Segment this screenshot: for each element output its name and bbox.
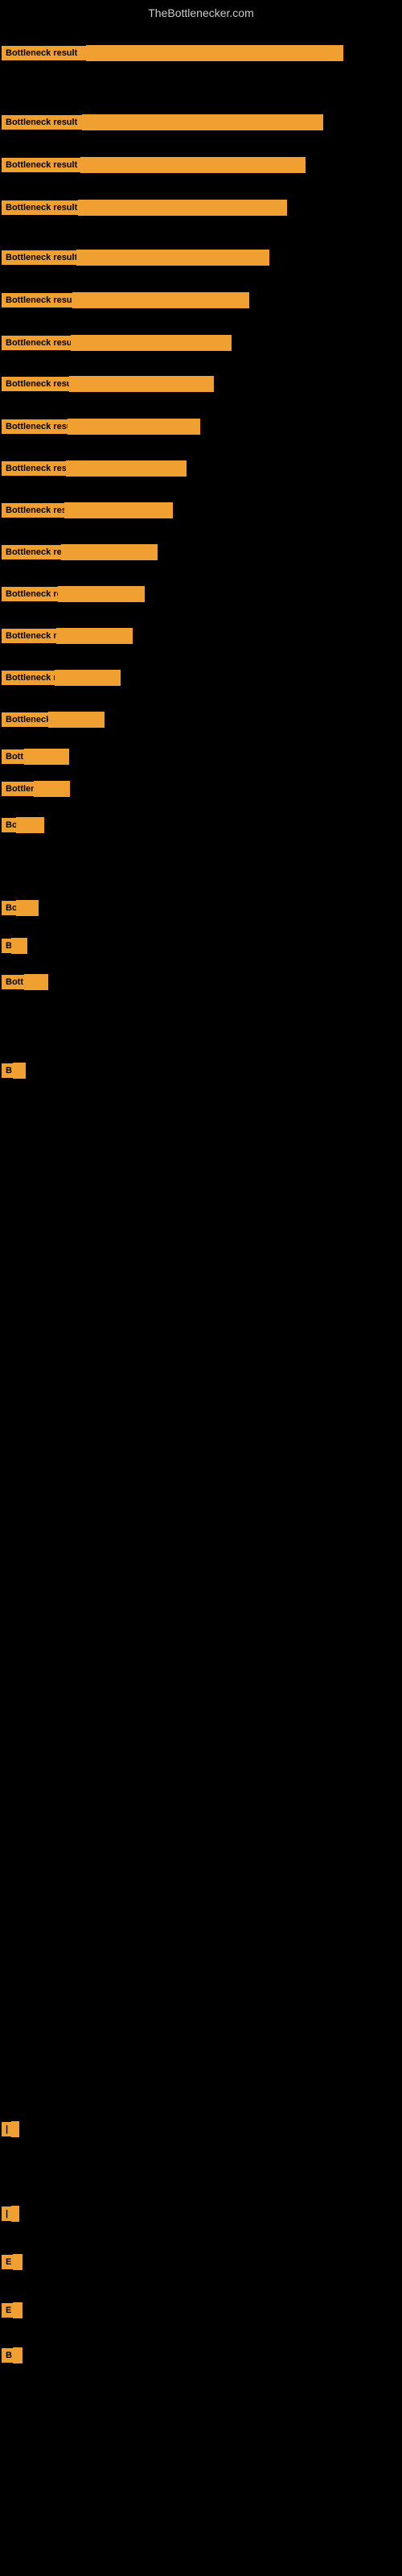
- bottleneck-label-25: |: [2, 2122, 11, 2136]
- bottleneck-row-1: Bottleneck result: [2, 45, 343, 61]
- site-title: TheBottlenecker.com: [0, 0, 402, 26]
- bar-6: [72, 292, 249, 308]
- bottleneck-label-1: Bottleneck result: [2, 46, 86, 60]
- bottleneck-label-4: Bottleneck result: [2, 200, 78, 215]
- bottleneck-row-25: |: [2, 2121, 19, 2137]
- bottleneck-label-18: Bottlen: [2, 782, 34, 796]
- bottleneck-label-26: |: [2, 2207, 11, 2221]
- bottleneck-row-10: Bottleneck resu: [2, 460, 187, 477]
- bottleneck-label-8: Bottleneck resu: [2, 377, 69, 391]
- page-wrapper: TheBottlenecker.com Bottleneck result Bo…: [0, 0, 402, 2576]
- bottleneck-label-2: Bottleneck result: [2, 115, 82, 130]
- bar-25: [11, 2121, 19, 2137]
- bar-15: [55, 670, 121, 686]
- bottleneck-label-14: Bottleneck re: [2, 629, 56, 643]
- bottleneck-label-28: E: [2, 2303, 13, 2318]
- bar-19: [16, 817, 44, 833]
- bottleneck-label-21: Bo: [2, 901, 16, 915]
- bottleneck-label-10: Bottleneck resu: [2, 461, 66, 476]
- bottleneck-row-27: E: [2, 2254, 23, 2270]
- bottleneck-row-18: Bottlen: [2, 781, 70, 797]
- bottleneck-row-28: E: [2, 2302, 23, 2318]
- bar-1: [86, 45, 343, 61]
- bar-5: [76, 250, 269, 266]
- bottleneck-label-9: Bottleneck resu: [2, 419, 68, 434]
- bar-26: [11, 2206, 19, 2222]
- bottleneck-row-14: Bottleneck re: [2, 628, 133, 644]
- bottleneck-row-22: B: [2, 938, 27, 954]
- bar-24: [13, 1063, 26, 1079]
- bottleneck-label-13: Bottleneck re: [2, 587, 58, 601]
- bar-16: [48, 712, 105, 728]
- bottleneck-row-8: Bottleneck resu: [2, 376, 214, 392]
- bottleneck-row-13: Bottleneck re: [2, 586, 145, 602]
- bar-9: [68, 419, 200, 435]
- bottleneck-row-17: Bott: [2, 749, 69, 765]
- bottleneck-label-7: Bottleneck resu: [2, 336, 71, 350]
- bottleneck-row-24: B: [2, 1063, 26, 1079]
- bar-13: [58, 586, 145, 602]
- bar-22: [11, 938, 27, 954]
- bottleneck-row-3: Bottleneck result: [2, 157, 306, 173]
- bar-10: [66, 460, 187, 477]
- bottleneck-row-11: Bottleneck resu: [2, 502, 173, 518]
- bottleneck-row-21: Bo: [2, 900, 39, 916]
- bottleneck-label-24: B: [2, 1063, 13, 1078]
- bottleneck-label-3: Bottleneck result: [2, 158, 80, 172]
- bar-27: [13, 2254, 23, 2270]
- bottleneck-row-19: Bo: [2, 817, 44, 833]
- bottleneck-row-26: |: [2, 2206, 19, 2222]
- bar-14: [56, 628, 133, 644]
- bottleneck-row-16: Bottleneck: [2, 712, 105, 728]
- bar-2: [82, 114, 323, 130]
- bottleneck-label-29: B: [2, 2348, 13, 2363]
- bar-7: [71, 335, 232, 351]
- bar-28: [13, 2302, 23, 2318]
- bottleneck-row-9: Bottleneck resu: [2, 419, 200, 435]
- bottleneck-label-17: Bott: [2, 749, 24, 764]
- bar-12: [61, 544, 158, 560]
- bottleneck-label-12: Bottleneck res: [2, 545, 61, 559]
- bottleneck-row-7: Bottleneck resu: [2, 335, 232, 351]
- bottleneck-label-19: Bo: [2, 818, 16, 832]
- bottleneck-label-27: E: [2, 2255, 13, 2269]
- bottleneck-row-4: Bottleneck result: [2, 200, 287, 216]
- bar-21: [16, 900, 39, 916]
- bottleneck-row-12: Bottleneck res: [2, 544, 158, 560]
- bar-23: [24, 974, 48, 990]
- bottleneck-label-22: B: [2, 939, 11, 953]
- bottleneck-row-6: Bottleneck resu: [2, 292, 249, 308]
- bottleneck-label-23: Bott: [2, 975, 24, 989]
- bottleneck-label-6: Bottleneck resu: [2, 293, 72, 308]
- bottleneck-row-29: B: [2, 2347, 23, 2363]
- bar-17: [24, 749, 69, 765]
- bottleneck-row-15: Bottleneck re: [2, 670, 121, 686]
- bottleneck-row-2: Bottleneck result: [2, 114, 323, 130]
- bar-8: [69, 376, 214, 392]
- bottleneck-label-15: Bottleneck re: [2, 671, 55, 685]
- bar-3: [80, 157, 306, 173]
- bar-29: [13, 2347, 23, 2363]
- bottleneck-row-23: Bott: [2, 974, 48, 990]
- bottleneck-label-16: Bottleneck: [2, 712, 48, 727]
- bar-18: [34, 781, 70, 797]
- bottleneck-label-11: Bottleneck resu: [2, 503, 64, 518]
- bar-4: [78, 200, 287, 216]
- bar-11: [64, 502, 173, 518]
- bottleneck-label-5: Bottleneck result: [2, 250, 76, 265]
- bottleneck-row-5: Bottleneck result: [2, 250, 269, 266]
